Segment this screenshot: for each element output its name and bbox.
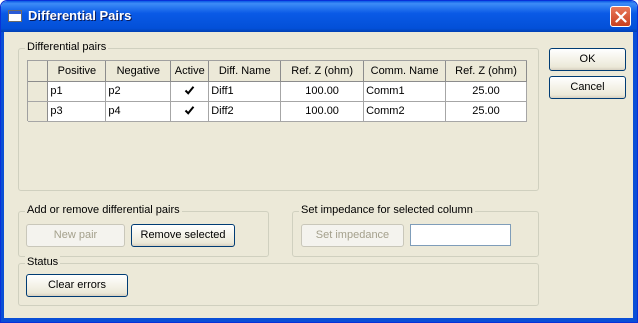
differential-pairs-group-label: Differential pairs [25,41,109,53]
cell-ref-z-comm[interactable]: 25.00 [445,101,527,122]
window-frame-right [633,32,637,322]
cell-positive[interactable]: p1 [47,81,107,102]
cancel-button[interactable]: Cancel [549,76,626,99]
cell-positive[interactable]: p3 [47,101,107,122]
row-header[interactable] [28,81,49,102]
cell-active[interactable] [170,81,210,102]
window-frame-left [1,32,4,322]
table-header-row: Positive Negative Active Diff. Name Ref.… [28,61,527,82]
column-header-ref-z-diff[interactable]: Ref. Z (ohm) [280,61,365,82]
column-header-active[interactable]: Active [170,61,210,82]
table-row[interactable]: p1 p2 Diff1 100.00 Comm1 25.00 [28,81,527,102]
table-row[interactable]: p3 p4 Diff2 100.00 Comm2 25.00 [28,101,527,122]
cell-comm-name[interactable]: Comm1 [363,81,447,102]
differential-pairs-table[interactable]: Positive Negative Active Diff. Name Ref.… [27,60,527,122]
cell-diff-name[interactable]: Diff1 [208,81,282,102]
cell-active[interactable] [170,101,210,122]
add-remove-pairs-group-label: Add or remove differential pairs [25,204,182,216]
close-button[interactable] [610,6,631,27]
new-pair-button[interactable]: New pair [26,224,125,247]
column-header-comm-name[interactable]: Comm. Name [363,61,447,82]
cell-ref-z-comm[interactable]: 25.00 [445,81,527,102]
window-icon [8,10,22,22]
column-header-negative[interactable]: Negative [105,61,172,82]
cell-ref-z-diff[interactable]: 100.00 [280,81,365,102]
checkmark-icon [185,86,195,95]
cell-ref-z-diff[interactable]: 100.00 [280,101,365,122]
active-checkbox[interactable] [184,85,195,96]
impedance-input[interactable] [410,224,511,246]
set-impedance-button[interactable]: Set impedance [301,224,404,247]
clear-errors-button[interactable]: Clear errors [26,274,128,297]
row-header-corner[interactable] [28,61,49,82]
set-impedance-group-label: Set impedance for selected column [299,204,475,216]
row-header[interactable] [28,101,49,122]
window-title: Differential Pairs [28,8,132,23]
dialog-window: Differential Pairs Differential pairs Po… [0,0,638,323]
window-frame-bottom [1,318,637,322]
active-checkbox[interactable] [184,105,195,116]
ok-button[interactable]: OK [549,48,626,71]
column-header-diff-name[interactable]: Diff. Name [208,61,282,82]
title-bar[interactable]: Differential Pairs [1,1,637,32]
column-header-ref-z-comm[interactable]: Ref. Z (ohm) [445,61,527,82]
cell-diff-name[interactable]: Diff2 [208,101,282,122]
checkmark-icon [185,106,195,115]
cell-comm-name[interactable]: Comm2 [363,101,447,122]
column-header-positive[interactable]: Positive [47,61,107,82]
status-group-label: Status [25,256,61,268]
cell-negative[interactable]: p2 [105,81,172,102]
remove-selected-button[interactable]: Remove selected [131,224,235,247]
cell-negative[interactable]: p4 [105,101,172,122]
close-icon [615,11,627,23]
